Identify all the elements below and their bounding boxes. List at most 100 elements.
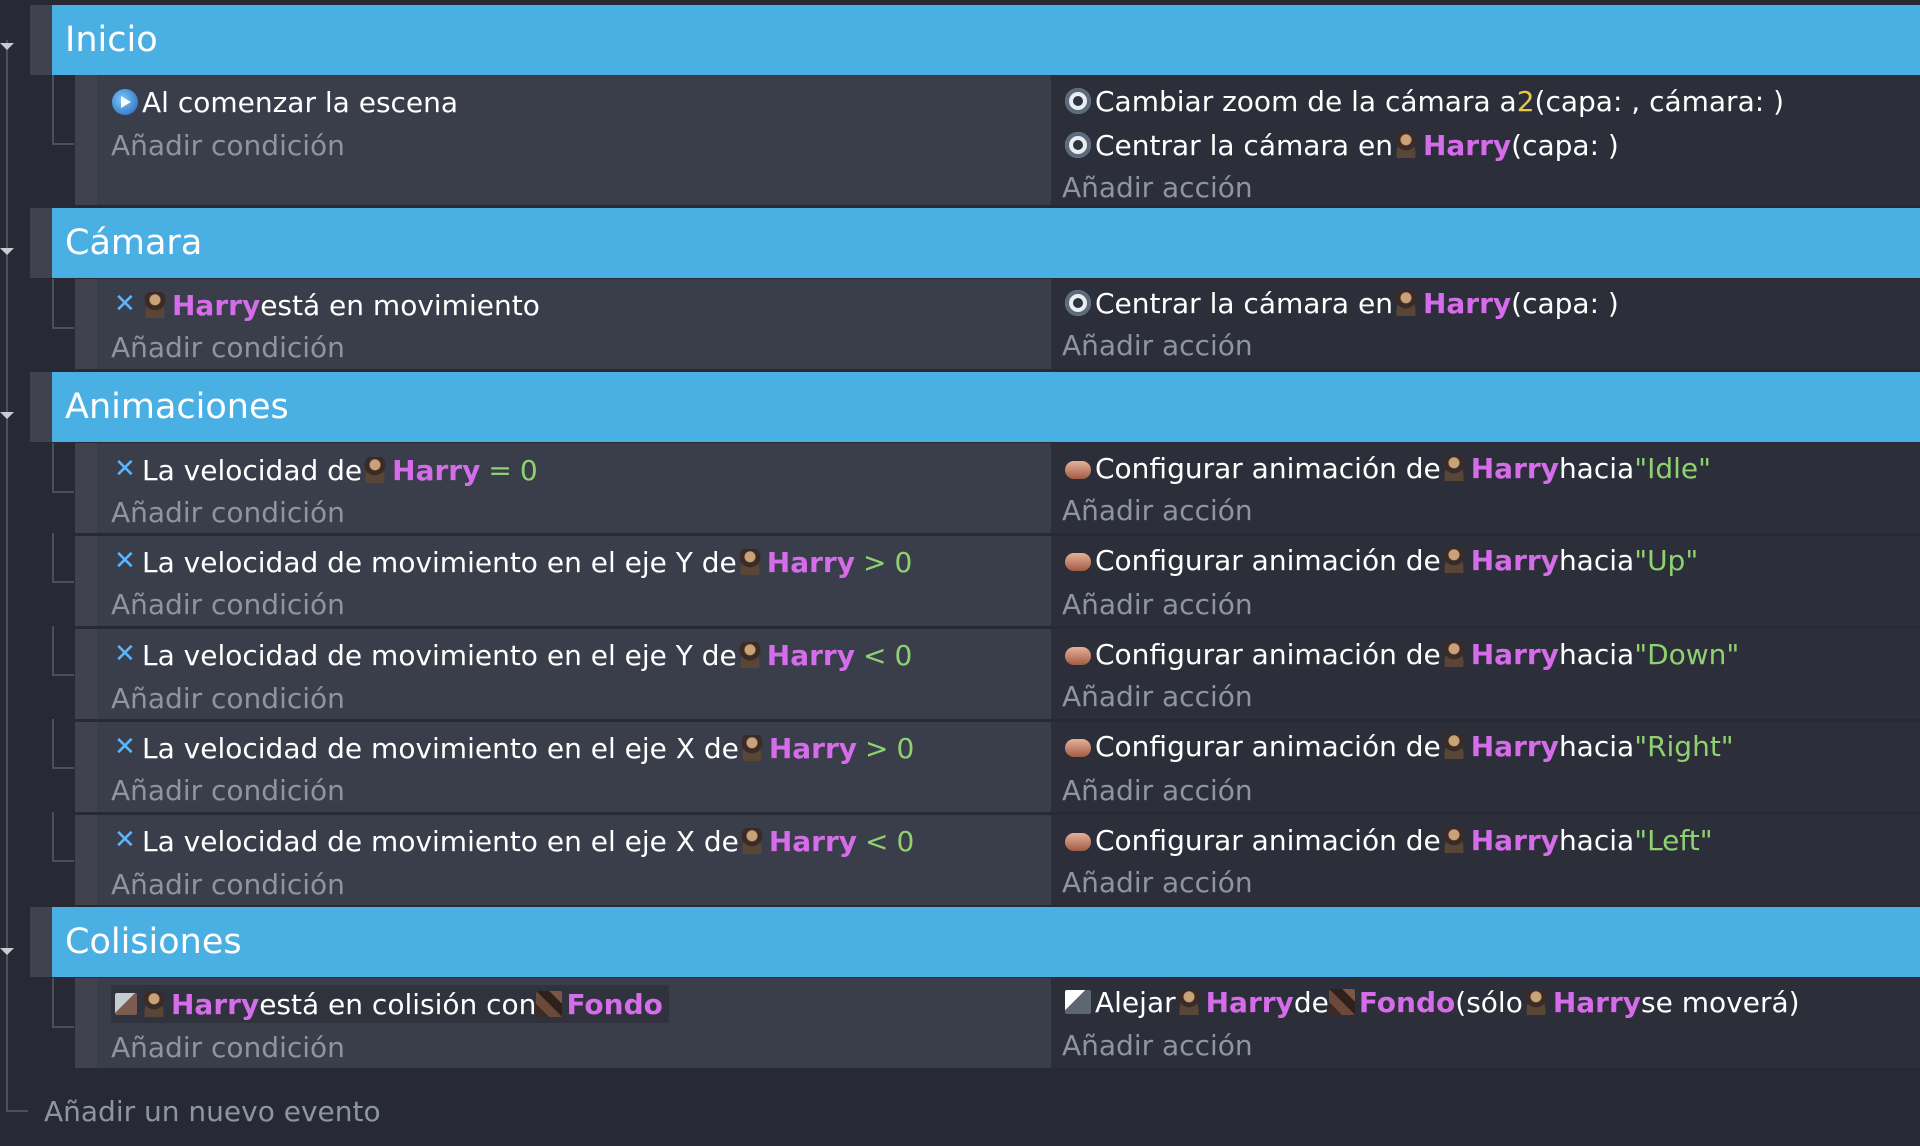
harry-sprite-icon (738, 735, 765, 761)
chevron-down-icon[interactable] (0, 412, 14, 419)
tree-elbow (52, 812, 74, 862)
event-row[interactable]: La velocidad de movimiento en el eje Y d… (0, 533, 1920, 626)
action-change-zoom[interactable]: Cambiar zoom de la cámara a 2 (capa: , c… (1065, 82, 1784, 120)
harry-sprite-icon (1522, 989, 1549, 1015)
add-action-link[interactable]: Añadir acción (1062, 771, 1253, 809)
conditions-panel: La velocidad de movimiento en el eje Y d… (97, 629, 1051, 719)
separate-icon (1065, 990, 1091, 1014)
group-title-bar[interactable]: Cámara (52, 208, 1920, 278)
group-camara: Cámara (0, 208, 1920, 278)
harry-sprite-icon (1440, 455, 1467, 481)
group-title: Animaciones (65, 387, 289, 427)
event-row[interactable]: Harry está en movimiento Añadir condició… (0, 279, 1920, 369)
harry-sprite-icon (1392, 132, 1419, 158)
action-set-animation[interactable]: Configurar animación de Harry hacia "Rig… (1065, 727, 1734, 765)
condition-speed-x[interactable]: La velocidad de movimiento en el eje X d… (112, 822, 914, 860)
action-set-animation[interactable]: Configurar animación de Harry hacia "Dow… (1065, 635, 1739, 673)
action-set-animation[interactable]: Configurar animación de Harry hacia "Idl… (1065, 449, 1711, 487)
tree-elbow (52, 279, 74, 329)
event-handle[interactable] (75, 443, 97, 533)
animation-icon (1065, 739, 1091, 757)
actions-panel: Centrar la cámara en Harry (capa: ) Añad… (1051, 279, 1920, 369)
condition-harry-moving[interactable]: Harry está en movimiento (112, 286, 540, 324)
add-action-link[interactable]: Añadir acción (1062, 677, 1253, 715)
event-handle[interactable] (75, 629, 97, 719)
move-icon (112, 825, 138, 855)
condition-collision[interactable]: Harry está en colisión con Fondo (111, 985, 669, 1023)
group-handle[interactable] (30, 372, 52, 442)
event-row[interactable]: Harry está en colisión con Fondo Añadir … (0, 978, 1920, 1068)
camera-icon (1065, 88, 1091, 114)
harry-sprite-icon (736, 549, 763, 575)
event-row[interactable]: La velocidad de Harry=0 Añadir condición… (0, 443, 1920, 533)
add-action-link[interactable]: Añadir acción (1062, 1026, 1253, 1064)
add-condition-link[interactable]: Añadir condición (111, 1028, 345, 1066)
add-condition-link[interactable]: Añadir condición (111, 493, 345, 531)
tree-elbow (52, 443, 74, 493)
event-handle[interactable] (75, 722, 97, 812)
add-condition-link[interactable]: Añadir condición (111, 585, 345, 623)
action-center-camera[interactable]: Centrar la cámara en Harry (capa: ) (1065, 284, 1619, 322)
group-title-bar[interactable]: Colisiones (52, 907, 1920, 977)
group-title: Colisiones (65, 922, 242, 962)
action-set-animation[interactable]: Configurar animación de Harry hacia "Lef… (1065, 821, 1713, 859)
event-handle[interactable] (75, 536, 97, 626)
group-handle[interactable] (30, 5, 52, 75)
conditions-panel: La velocidad de movimiento en el eje Y d… (97, 536, 1051, 626)
add-action-link[interactable]: Añadir acción (1062, 326, 1253, 364)
action-separate[interactable]: Alejar Harry de Fondo (sólo Harry se mov… (1065, 983, 1800, 1021)
group-handle[interactable] (30, 907, 52, 977)
add-condition-link[interactable]: Añadir condición (111, 126, 345, 164)
add-condition-link[interactable]: Añadir condición (111, 328, 345, 366)
action-set-animation[interactable]: Configurar animación de Harry hacia "Up" (1065, 541, 1698, 579)
start-icon (112, 89, 138, 115)
condition-speed-x[interactable]: La velocidad de movimiento en el eje X d… (112, 729, 914, 767)
conditions-panel: La velocidad de Harry=0 Añadir condición (97, 443, 1051, 533)
harry-sprite-icon (738, 828, 765, 854)
add-action-link[interactable]: Añadir acción (1062, 585, 1253, 623)
fondo-sprite-icon (536, 991, 563, 1017)
add-action-link[interactable]: Añadir acción (1062, 491, 1253, 529)
chevron-down-icon[interactable] (0, 43, 14, 50)
add-action-link[interactable]: Añadir acción (1062, 863, 1253, 901)
group-colisiones: Colisiones (0, 907, 1920, 977)
event-handle[interactable] (75, 978, 97, 1068)
actions-panel: Configurar animación de Harry hacia "Dow… (1051, 629, 1920, 719)
add-action-link[interactable]: Añadir acción (1062, 168, 1253, 206)
conditions-panel: Harry está en colisión con Fondo Añadir … (97, 978, 1051, 1068)
add-condition-link[interactable]: Añadir condición (111, 771, 345, 809)
chevron-down-icon[interactable] (0, 948, 14, 955)
condition-speed-y[interactable]: La velocidad de movimiento en el eje Y d… (112, 543, 912, 581)
condition-at-scene-start[interactable]: Al comenzar la escena (112, 83, 458, 121)
event-row[interactable]: La velocidad de movimiento en el eje X d… (0, 812, 1920, 905)
add-new-event-link[interactable]: Añadir un nuevo evento (44, 1095, 381, 1128)
event-handle[interactable] (75, 279, 97, 369)
group-title-bar[interactable]: Inicio (52, 5, 1920, 75)
event-row[interactable]: La velocidad de movimiento en el eje X d… (0, 719, 1920, 812)
move-icon (112, 289, 138, 319)
actions-panel: Configurar animación de Harry hacia "Idl… (1051, 443, 1920, 533)
group-title-bar[interactable]: Animaciones (52, 372, 1920, 442)
animation-icon (1065, 833, 1091, 851)
add-condition-link[interactable]: Añadir condición (111, 865, 345, 903)
action-center-camera[interactable]: Centrar la cámara en Harry (capa: ) (1065, 126, 1619, 164)
harry-sprite-icon (1440, 827, 1467, 853)
group-handle[interactable] (30, 208, 52, 278)
event-handle[interactable] (75, 815, 97, 905)
harry-sprite-icon (141, 991, 167, 1017)
event-handle[interactable] (75, 75, 97, 205)
collision-icon (115, 993, 137, 1015)
conditions-panel: Harry está en movimiento Añadir condició… (97, 279, 1051, 369)
harry-sprite-icon (1440, 641, 1467, 667)
event-row[interactable]: Al comenzar la escena Añadir condición C… (0, 75, 1920, 205)
add-condition-link[interactable]: Añadir condición (111, 679, 345, 717)
chevron-down-icon[interactable] (0, 248, 14, 255)
condition-speed[interactable]: La velocidad de Harry=0 (112, 451, 538, 489)
harry-sprite-icon (1175, 989, 1202, 1015)
actions-panel: Cambiar zoom de la cámara a 2 (capa: , c… (1051, 75, 1920, 205)
harry-sprite-icon (1392, 290, 1419, 316)
camera-icon (1065, 132, 1091, 158)
condition-speed-y[interactable]: La velocidad de movimiento en el eje Y d… (112, 636, 912, 674)
event-row[interactable]: La velocidad de movimiento en el eje Y d… (0, 626, 1920, 719)
conditions-panel: La velocidad de movimiento en el eje X d… (97, 815, 1051, 905)
